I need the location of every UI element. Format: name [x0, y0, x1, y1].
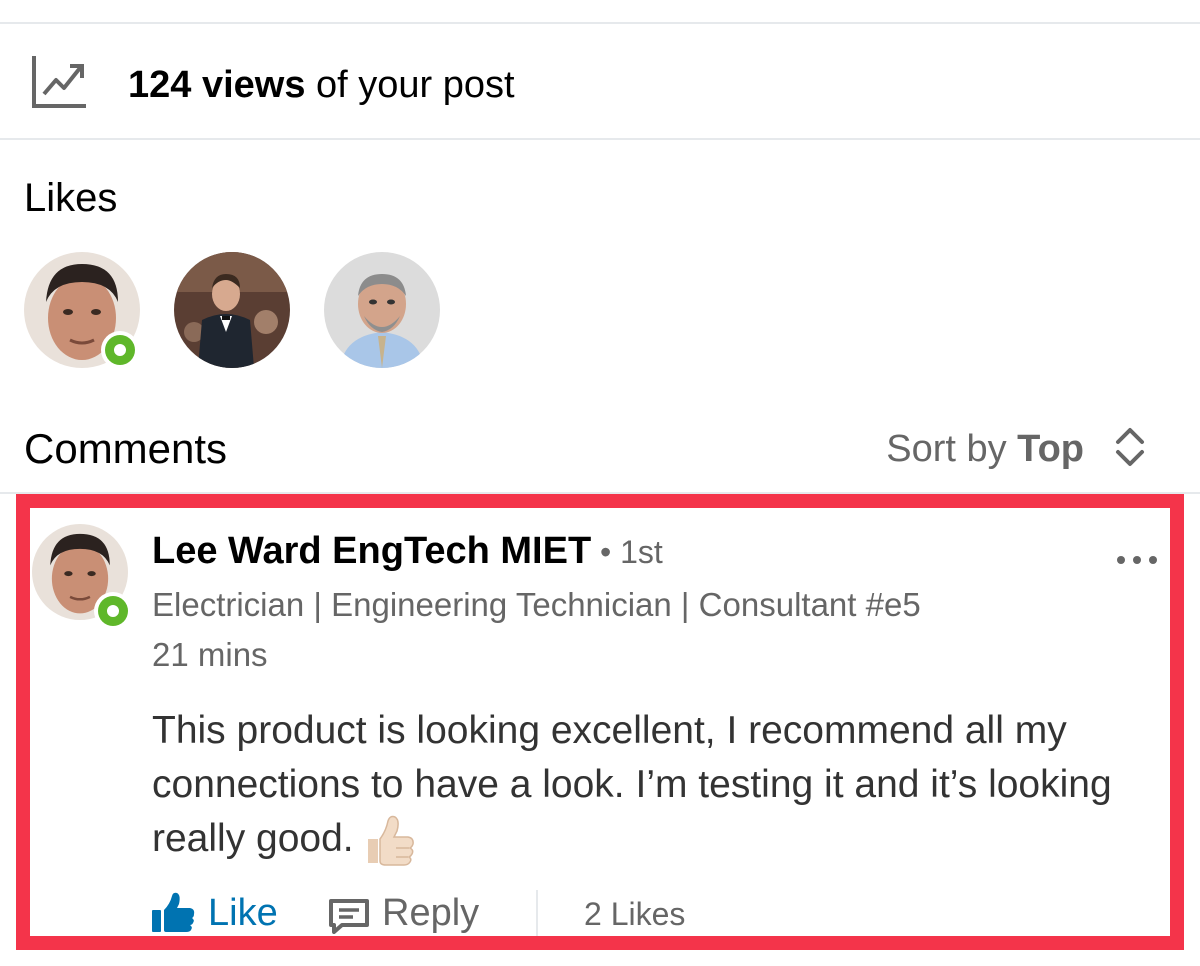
liker-avatar-3[interactable] [324, 252, 440, 368]
comment-likes-count[interactable]: 2 Likes [584, 892, 685, 936]
post-views-row[interactable]: 124 views of your post [0, 24, 1200, 138]
thumbs-up-emoji-icon [367, 815, 414, 866]
sort-chevrons-icon[interactable] [1112, 424, 1148, 470]
online-status-indicator [94, 592, 132, 630]
sort-prefix: Sort by [886, 428, 1018, 470]
actions-divider [536, 890, 538, 936]
reply-label: Reply [382, 892, 480, 934]
like-label: Like [208, 892, 278, 934]
views-count: 124 views [128, 64, 306, 106]
comment-actions: Like Reply 2 Likes [150, 888, 1150, 938]
comment-body-text: This product is looking excellent, I rec… [152, 709, 1112, 860]
comment-author-name[interactable]: Lee Ward EngTech MIET [152, 528, 591, 574]
sort-comments-control[interactable]: Sort by Top [886, 426, 1084, 472]
reply-icon [329, 899, 369, 934]
section-divider [0, 138, 1200, 140]
views-summary: 124 views of your post [128, 62, 515, 108]
sort-value: Top [1017, 428, 1084, 470]
comment-timestamp: 21 mins [152, 636, 268, 673]
thumbs-up-icon [152, 892, 195, 932]
likes-heading: Likes [24, 176, 118, 220]
online-status-indicator [101, 331, 139, 369]
liker-avatar-2[interactable] [174, 252, 290, 368]
more-options-icon[interactable] [1112, 538, 1162, 568]
comment-author-headline: Electrician | Engineering Technician | C… [152, 586, 921, 623]
analytics-chart-icon [32, 56, 86, 108]
views-suffix: of your post [305, 64, 515, 106]
connection-degree: • 1st [600, 534, 663, 570]
comments-heading: Comments [24, 425, 228, 472]
comment-text: This product is looking excellent, I rec… [152, 704, 1172, 869]
